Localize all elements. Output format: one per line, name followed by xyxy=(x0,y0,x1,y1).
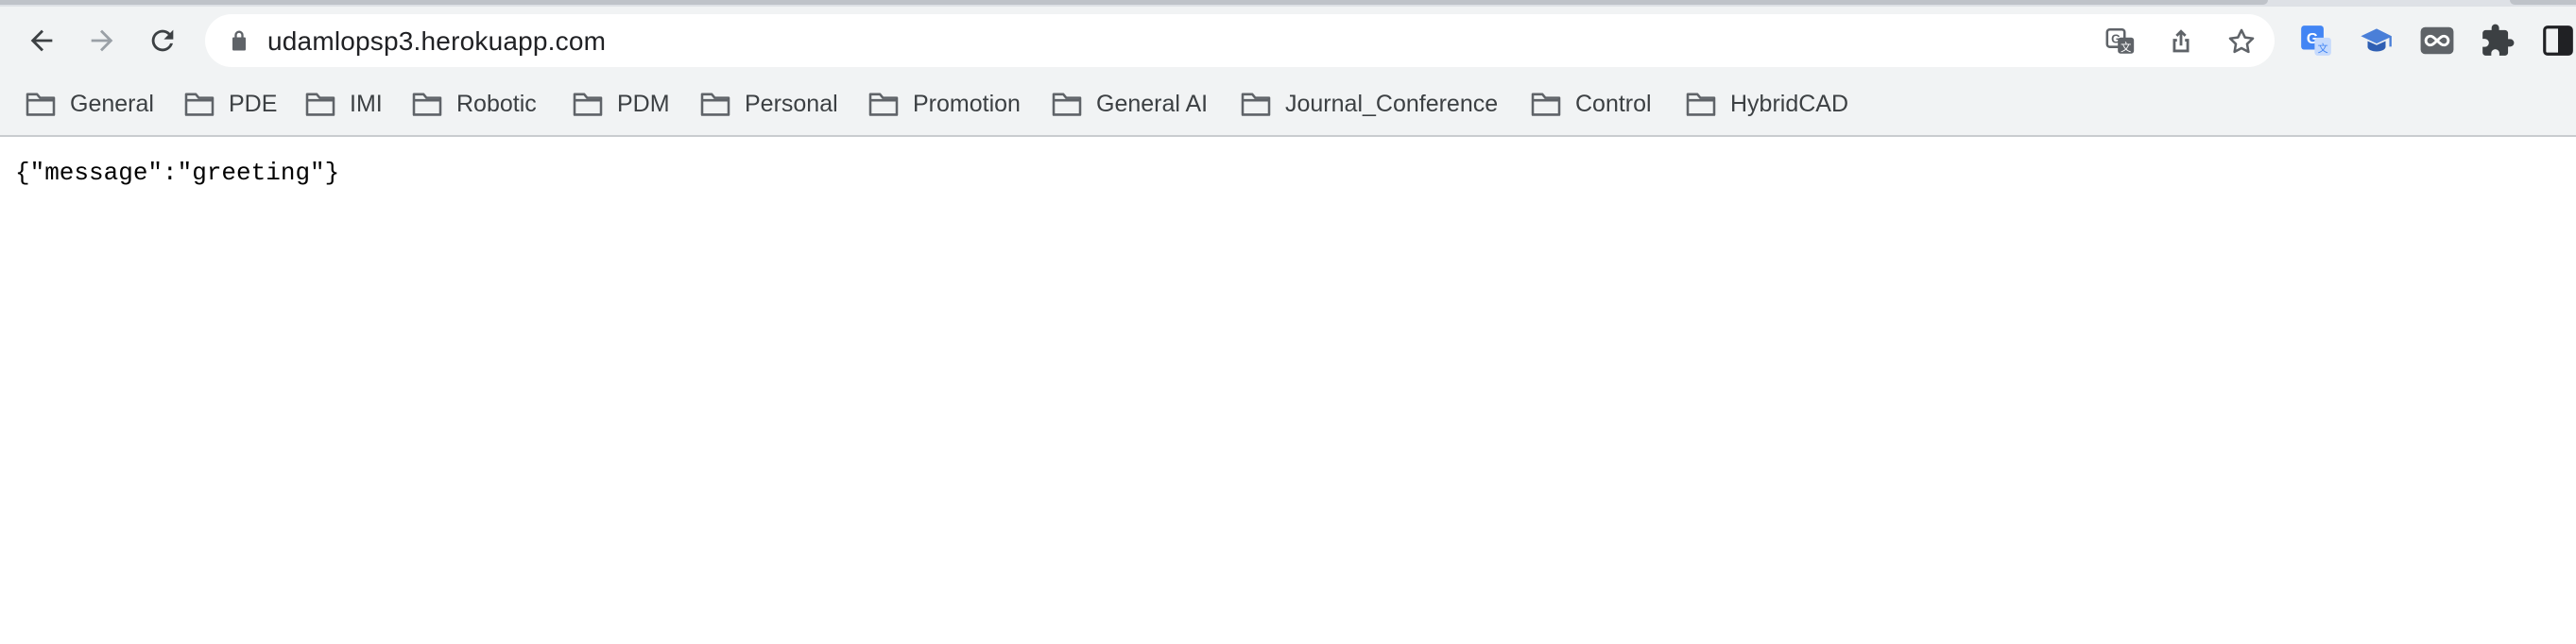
bookmark-label: PDM xyxy=(617,90,670,117)
infinity-extension-icon[interactable] xyxy=(2419,23,2455,59)
graduation-cap-extension-icon[interactable] xyxy=(2359,23,2395,59)
bookmark-folder-pde[interactable]: PDE xyxy=(183,88,277,120)
url-text[interactable]: udamlopsp3.herokuapp.com xyxy=(267,26,606,57)
bookmark-label: Control xyxy=(1575,90,1652,117)
google-translate-extension-icon[interactable]: G 文 xyxy=(2298,23,2334,59)
folder-icon xyxy=(184,93,215,116)
bookmark-folder-control[interactable]: Control xyxy=(1530,88,1652,120)
tab-strip xyxy=(0,0,2576,7)
bookmark-label: PDE xyxy=(229,90,278,117)
bookmarks-bar: General PDE IMI Robotic PDM Personal Pro… xyxy=(0,73,2576,137)
bookmark-folder-general-ai[interactable]: General AI xyxy=(1051,88,1208,120)
folder-icon xyxy=(305,93,335,116)
address-bar[interactable]: udamlopsp3.herokuapp.com G 文 xyxy=(205,14,2275,67)
bookmark-folder-hybridcad[interactable]: HybridCAD xyxy=(1685,88,1848,120)
bookmark-folder-personal[interactable]: Personal xyxy=(699,88,838,120)
reload-button[interactable] xyxy=(142,20,183,61)
folder-icon xyxy=(700,93,730,116)
folder-icon xyxy=(412,93,442,116)
bookmark-label: IMI xyxy=(350,90,383,117)
bookmark-folder-pdm[interactable]: PDM xyxy=(572,88,670,120)
translate-icon[interactable]: G 文 xyxy=(2104,25,2137,58)
folder-icon xyxy=(868,93,899,116)
puzzle-extensions-icon[interactable] xyxy=(2480,23,2516,59)
bookmark-folder-imi[interactable]: IMI xyxy=(304,88,383,120)
bookmark-label: General xyxy=(70,90,154,117)
bookmark-folder-robotic[interactable]: Robotic xyxy=(411,88,537,120)
back-arrow-icon xyxy=(30,29,53,52)
folder-icon xyxy=(1052,93,1082,116)
folder-icon xyxy=(26,93,56,116)
folder-icon xyxy=(573,93,603,116)
bookmark-star-icon[interactable] xyxy=(2225,25,2258,58)
svg-text:文: 文 xyxy=(2318,42,2328,55)
json-response-text: {"message":"greeting"} xyxy=(15,159,340,187)
reload-icon xyxy=(151,29,174,52)
browser-toolbar: udamlopsp3.herokuapp.com G 文 G 文 xyxy=(0,7,2576,73)
folder-icon xyxy=(1531,93,1561,116)
lock-icon[interactable] xyxy=(226,27,252,54)
back-button[interactable] xyxy=(21,20,62,61)
active-tab-edge[interactable] xyxy=(0,0,2268,5)
bookmark-folder-journal-conference[interactable]: Journal_Conference xyxy=(1240,88,1498,120)
bookmark-label: Robotic xyxy=(456,90,537,117)
forward-arrow-icon xyxy=(91,29,113,52)
bookmark-label: Promotion xyxy=(913,90,1021,117)
folder-icon xyxy=(1686,93,1716,116)
share-icon[interactable] xyxy=(2165,25,2197,58)
bookmark-label: Personal xyxy=(745,90,838,117)
folder-icon xyxy=(1241,93,1271,116)
bookmark-label: HybridCAD xyxy=(1730,90,1849,117)
bookmark-folder-promotion[interactable]: Promotion xyxy=(867,88,1021,120)
bookmark-label: General AI xyxy=(1096,90,1209,117)
bookmark-folder-general[interactable]: General xyxy=(25,88,154,120)
svg-text:文: 文 xyxy=(2121,41,2131,54)
side-panel-icon[interactable] xyxy=(2540,23,2576,59)
forward-button[interactable] xyxy=(81,20,123,61)
bookmark-label: Journal_Conference xyxy=(1285,90,1499,117)
tab-edge-right[interactable] xyxy=(2510,0,2576,5)
